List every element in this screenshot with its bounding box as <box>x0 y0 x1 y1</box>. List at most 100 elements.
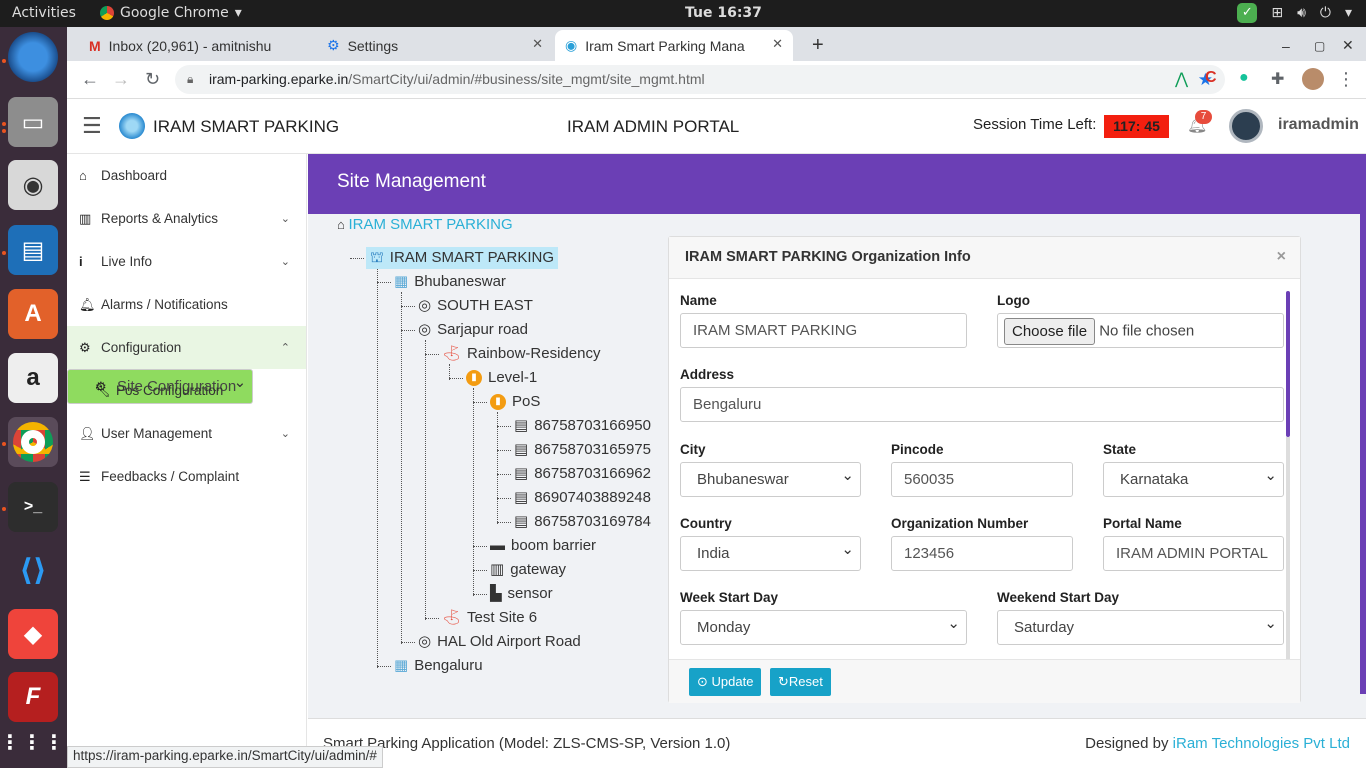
tree-node-level[interactable]: ▮ Level-1 <box>466 367 537 389</box>
country-select[interactable]: India <box>680 533 861 571</box>
notification-badge: 7 <box>1195 110 1212 124</box>
tree-node-site[interactable]: ⛳︎ Rainbow-Residency <box>442 343 600 365</box>
tab-gmail[interactable]: M Inbox (20,961) - amitnishu <box>79 30 307 61</box>
tree-node-area[interactable]: ◎ Sarjapur road <box>418 319 528 341</box>
profile-avatar[interactable] <box>1302 68 1324 90</box>
username[interactable]: iramadmin <box>1278 116 1359 134</box>
portal-name-field[interactable]: IRAM ADMIN PORTAL <box>1103 536 1284 571</box>
sidebar-item-feedbacks[interactable]: ☰ Feedbacks / Complaint <box>67 455 306 498</box>
rhythmbox-icon[interactable]: ◉ <box>8 160 58 210</box>
tree-node-area[interactable]: ◎ SOUTH EAST <box>418 295 533 317</box>
name-field[interactable]: IRAM SMART PARKING <box>680 313 967 348</box>
writer-icon[interactable]: ▤ <box>8 225 58 275</box>
tree-node-sensor[interactable]: ▙ sensor <box>490 583 553 605</box>
gear-icon: ⚙ <box>327 37 340 53</box>
software-center-icon[interactable]: A <box>8 289 58 339</box>
maximize-icon[interactable]: ▢ <box>1304 30 1335 61</box>
panel-scrollbar[interactable] <box>1286 291 1290 437</box>
update-button[interactable]: ⊙ Update <box>689 668 762 696</box>
app-menu[interactable]: Google Chrome ▾ <box>100 5 242 21</box>
page-scrollbar[interactable] <box>1360 214 1366 694</box>
extension-icon[interactable]: ⋀ <box>1175 69 1188 89</box>
terminal-icon[interactable]: >_ <box>8 482 58 532</box>
tree-node-device[interactable]: ▤ 86758703169784 <box>514 511 651 533</box>
thunderbird-icon[interactable] <box>8 32 58 82</box>
minimize-icon[interactable]: – <box>1272 30 1300 61</box>
tree-node-city[interactable]: ▦ Bengaluru <box>394 655 483 677</box>
update-icon: ⊙ <box>697 674 708 689</box>
user-avatar-icon[interactable] <box>1229 109 1263 143</box>
sidebar-item-dashboard[interactable]: ⌂ Dashboard <box>67 154 306 197</box>
tab-iram[interactable]: ◉ Iram Smart Parking Mana ✕ <box>555 30 793 61</box>
logo-file-input[interactable]: Choose file No file chosen <box>997 313 1284 348</box>
close-icon[interactable]: ✕ <box>532 36 543 52</box>
network-icon[interactable]: ⊞ <box>1271 5 1283 21</box>
sidebar-item-reports[interactable]: ▥ Reports & Analytics ⌄ <box>67 197 306 240</box>
address-bar[interactable]: 🔒︎ iram-parking.eparke.in/SmartCity/ui/a… <box>175 65 1225 94</box>
tree-node-label: Bhubaneswar <box>414 273 506 290</box>
close-icon[interactable]: × <box>1277 248 1286 266</box>
gears-icon: ⚙ <box>79 339 91 355</box>
update-check-icon[interactable]: ✓ <box>1237 3 1258 23</box>
extension-c-icon[interactable]: C <box>1205 69 1217 87</box>
gateway-icon: ▥ <box>490 561 505 578</box>
app-grid-icon[interactable]: ⋮⋮⋮ <box>0 717 64 767</box>
new-tab-button[interactable]: + <box>802 30 834 61</box>
address-field[interactable]: Bengaluru <box>680 387 1284 422</box>
close-icon[interactable]: ✕ <box>772 36 783 52</box>
activities-button[interactable]: Activities <box>12 5 76 21</box>
breadcrumb[interactable]: ⌂ IRAM SMART PARKING <box>337 216 513 233</box>
volume-icon[interactable]: 🔊︎ <box>1297 5 1306 21</box>
grammarly-icon[interactable]: ● <box>1239 69 1249 87</box>
filezilla-icon[interactable]: F <box>8 672 58 722</box>
tree-node-device[interactable]: ▤ 86758703166962 <box>514 463 651 485</box>
chevron-down-icon[interactable]: ▾ <box>1345 5 1352 21</box>
tree-node-boom-barrier[interactable]: ▬ boom barrier <box>490 535 596 557</box>
breadcrumb-link[interactable]: IRAM SMART PARKING <box>348 216 512 233</box>
anydesk-icon[interactable]: ◆ <box>8 609 58 659</box>
tab-settings[interactable]: ⚙ Settings ✕ <box>317 30 553 61</box>
tree-node-label: HAL Old Airport Road <box>437 633 581 650</box>
sidebar-item-pos-configuration[interactable]: 🔧︎ Pos Configuration <box>67 369 306 412</box>
files-icon[interactable]: ▭ <box>8 97 58 147</box>
tree-node-city[interactable]: ▦ Bhubaneswar <box>394 271 506 293</box>
reload-icon[interactable]: ↻ <box>145 69 160 90</box>
clock[interactable]: Tue 16:37 <box>685 5 762 21</box>
sidebar-item-user-management[interactable]: 👤︎ User Management ⌄ <box>67 412 306 455</box>
address-label: Address <box>680 367 735 382</box>
sidebar-item-configuration[interactable]: ⚙ Configuration ⌃ <box>67 326 306 369</box>
amazon-icon[interactable]: a <box>8 353 58 403</box>
org-number-field[interactable]: 123456 <box>891 536 1073 571</box>
sidebar-item-alarms[interactable]: 🔔︎ Alarms / Notifications <box>67 283 306 326</box>
choose-file-button[interactable]: Choose file <box>1004 317 1096 345</box>
weekend-start-select[interactable]: Saturday <box>997 607 1284 645</box>
reset-button[interactable]: ↻Reset <box>770 668 831 696</box>
tree-node-area[interactable]: ◎ HAL Old Airport Road <box>418 631 581 653</box>
menu-icon[interactable]: ⋮ <box>1337 69 1355 90</box>
sidebar: ⌂ Dashboard ▥ Reports & Analytics ⌄ i Live I… <box>67 154 307 748</box>
tree-node-site[interactable]: ⛳︎ Test Site 6 <box>442 607 537 629</box>
state-select[interactable]: Karnataka <box>1103 459 1284 497</box>
vscode-icon[interactable]: ⟨⟩ <box>8 545 58 595</box>
hamburger-icon[interactable]: ☰ <box>82 113 102 139</box>
tree-node-device[interactable]: ▤ 86758703166950 <box>514 415 651 437</box>
pincode-field[interactable]: 560035 <box>891 462 1073 497</box>
system-tray[interactable]: ✓ ⊞ 🔊︎ ⏻ ▾ <box>1237 3 1352 23</box>
back-icon[interactable]: ← <box>81 69 99 90</box>
company-link[interactable]: iRam Technologies Pvt Ltd <box>1173 735 1350 752</box>
tree-node-root[interactable]: ⛫ IRAM SMART PARKING <box>366 247 558 269</box>
week-start-select[interactable]: Monday <box>680 607 967 645</box>
sidebar-item-live-info[interactable]: i Live Info ⌄ <box>67 240 306 283</box>
power-icon[interactable]: ⏻ <box>1320 5 1331 21</box>
forward-icon[interactable]: → <box>112 69 130 90</box>
chrome-dock-icon[interactable] <box>8 417 58 467</box>
tree-node-pos[interactable]: ▮ PoS <box>490 391 540 413</box>
tree-node-device[interactable]: ▤ 86758703165975 <box>514 439 651 461</box>
app-header: ☰ IRAM SMART PARKING IRAM ADMIN PORTAL S… <box>67 99 1366 154</box>
window-close-icon[interactable]: ✕ <box>1332 30 1364 61</box>
tree-node-gateway[interactable]: ▥ gateway <box>490 559 566 581</box>
update-label: Update <box>711 674 754 689</box>
tree-node-device[interactable]: ▤ 86907403889248 <box>514 487 651 509</box>
city-select[interactable]: Bhubaneswar <box>680 459 861 497</box>
puzzle-icon[interactable]: ✚ <box>1271 69 1284 89</box>
